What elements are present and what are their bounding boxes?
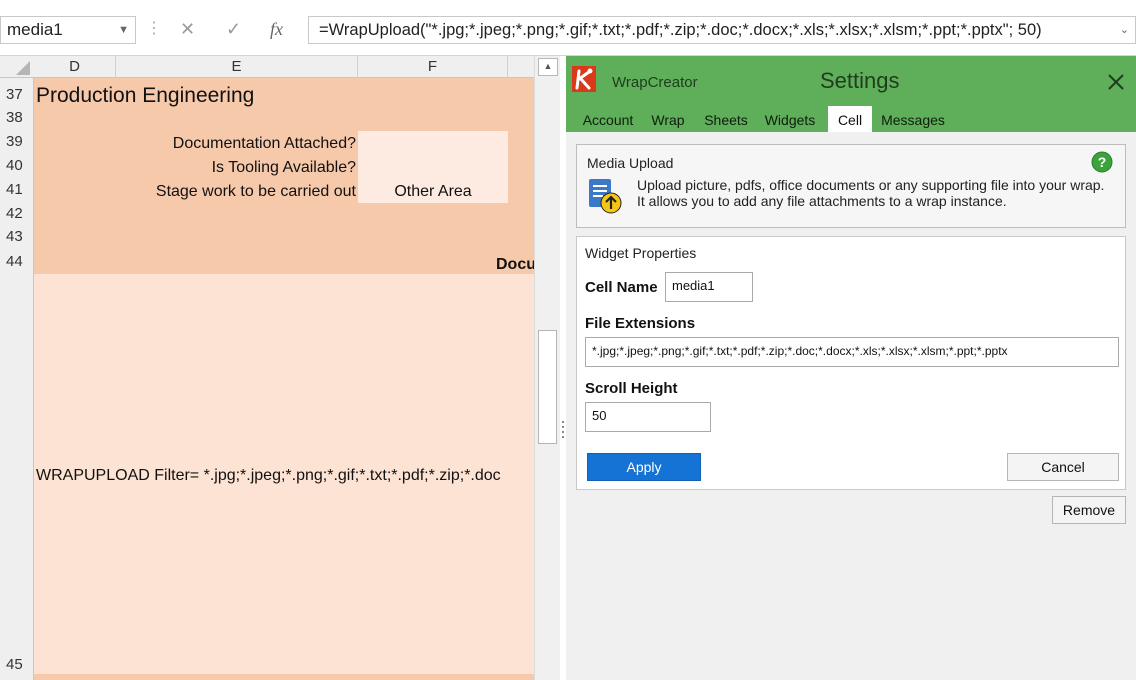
- name-box-value: media1: [7, 20, 63, 39]
- scroll-height-input[interactable]: 50: [585, 402, 711, 432]
- row-header-41[interactable]: 41: [0, 181, 34, 198]
- tab-cell[interactable]: Cell: [828, 106, 872, 132]
- stage-label: Stage work to be carried out: [155, 183, 356, 200]
- dialog-title: Settings: [820, 68, 900, 93]
- row-header-37[interactable]: 37: [0, 86, 34, 103]
- settings-panel: WrapCreator Settings Account Wrap Sheets…: [566, 56, 1136, 680]
- row44-heading: Docu: [496, 256, 534, 273]
- media-upload-icon: [587, 177, 627, 215]
- file-extensions-label: File Extensions: [585, 315, 696, 332]
- close-icon[interactable]: [1104, 70, 1128, 94]
- cell-name-input[interactable]: media1: [665, 272, 753, 302]
- scrollbar-thumb[interactable]: [538, 330, 557, 444]
- formula-bar-separator-icon: ⋮: [146, 20, 162, 37]
- sheet-grid[interactable]: Production Engineering Documentation Att…: [34, 78, 534, 680]
- section-title: Production Engineering: [36, 84, 255, 107]
- row-header-42[interactable]: 42: [0, 205, 34, 222]
- tab-wrap[interactable]: Wrap: [646, 106, 690, 132]
- name-box[interactable]: media1 ▼: [0, 16, 136, 44]
- widget-info-title: Media Upload: [587, 155, 674, 171]
- column-header-e[interactable]: E: [116, 56, 358, 78]
- scroll-height-label: Scroll Height: [585, 380, 678, 397]
- row-header-40[interactable]: 40: [0, 157, 34, 174]
- column-header-d[interactable]: D: [34, 56, 116, 78]
- wrapupload-filter-text: WRAPUPLOAD Filter= *.jpg;*.jpeg;*.png;*.…: [36, 467, 501, 484]
- row-header-44[interactable]: 44: [0, 253, 34, 270]
- svg-text:?: ?: [1098, 154, 1107, 170]
- stage-value-cell[interactable]: Other Area: [358, 183, 508, 201]
- documentation-label: Documentation Attached?: [172, 135, 356, 152]
- widget-properties-heading: Widget Properties: [585, 245, 697, 261]
- row-46-band: [34, 674, 534, 680]
- cancel-icon[interactable]: ✕: [180, 19, 195, 40]
- widget-info-description: Upload picture, pdfs, office documents o…: [637, 177, 1105, 209]
- tab-sheets[interactable]: Sheets: [700, 106, 752, 132]
- tab-messages[interactable]: Messages: [876, 106, 950, 132]
- tab-account[interactable]: Account: [574, 106, 642, 132]
- enter-icon[interactable]: ✓: [226, 19, 241, 40]
- apply-button[interactable]: Apply: [587, 453, 701, 481]
- widget-info-box: Media Upload ? Upload picture, pdfs, off…: [576, 144, 1126, 228]
- fx-icon[interactable]: fx: [270, 19, 283, 40]
- formula-text: =WrapUpload("*.jpg;*.jpeg;*.png;*.gif;*.…: [319, 21, 1042, 39]
- column-header-f[interactable]: F: [358, 56, 508, 78]
- tooling-label: Is Tooling Available?: [211, 159, 356, 176]
- file-extensions-input[interactable]: *.jpg;*.jpeg;*.png;*.gif;*.txt;*.pdf;*.z…: [585, 337, 1119, 367]
- panel-header: WrapCreator Settings Account Wrap Sheets…: [566, 56, 1136, 132]
- row-headers: 37 38 39 40 41 42 43 44 45: [0, 78, 34, 680]
- column-headers: D E F: [0, 56, 534, 78]
- cancel-button[interactable]: Cancel: [1007, 453, 1119, 481]
- remove-button[interactable]: Remove: [1052, 496, 1126, 524]
- tab-widgets[interactable]: Widgets: [762, 106, 818, 132]
- app-name: WrapCreator: [612, 74, 698, 91]
- row-header-43[interactable]: 43: [0, 228, 34, 245]
- scroll-up-icon[interactable]: ▲: [538, 58, 558, 76]
- row-header-39[interactable]: 39: [0, 133, 34, 150]
- select-all-corner[interactable]: [0, 56, 34, 78]
- cell-name-label: Cell Name: [585, 279, 658, 296]
- widget-properties-box: Widget Properties Cell Name media1 File …: [576, 236, 1126, 490]
- vertical-scrollbar[interactable]: ▲: [534, 56, 560, 680]
- expand-formula-icon[interactable]: ⌄: [1120, 17, 1129, 43]
- wrapcreator-logo: [572, 66, 596, 92]
- row-header-38[interactable]: 38: [0, 109, 34, 126]
- row-header-45[interactable]: 45: [0, 656, 34, 673]
- formula-bar: media1 ▼ ⋮ ✕ ✓ fx =WrapUpload("*.jpg;*.j…: [0, 0, 1136, 56]
- formula-input[interactable]: =WrapUpload("*.jpg;*.jpeg;*.png;*.gif;*.…: [308, 16, 1136, 44]
- dropdown-chevron-icon[interactable]: ▼: [118, 17, 129, 43]
- help-icon[interactable]: ?: [1091, 151, 1113, 173]
